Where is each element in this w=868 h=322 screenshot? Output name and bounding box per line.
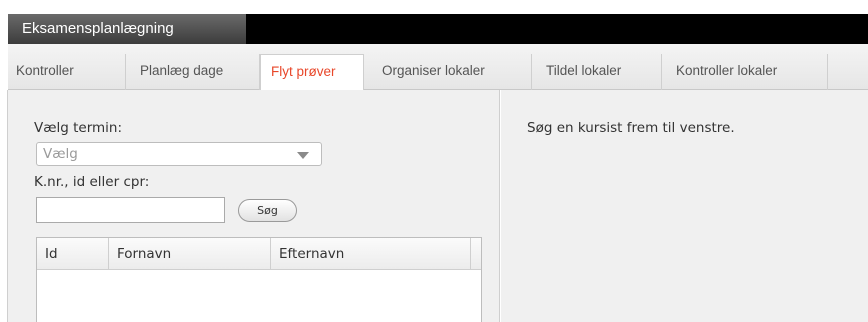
term-label: Vælg termin:: [34, 120, 123, 136]
tab-label: Planlæg dage: [140, 63, 224, 78]
top-strip: [0, 0, 868, 14]
tab-label: Tildel lokaler: [546, 63, 622, 78]
app-title-tab[interactable]: Eksamensplanlægning: [8, 14, 246, 44]
details-panel: Søg en kursist frem til venstre.: [501, 90, 868, 322]
left-edge: [0, 90, 8, 322]
tab-organiser-lokaler[interactable]: Organiser lokaler: [364, 54, 532, 90]
term-select[interactable]: Vælg: [36, 142, 322, 166]
results-table: Id Fornavn Efternavn: [36, 237, 482, 322]
tab-label: Kontroller: [16, 63, 74, 78]
column-header-fornavn[interactable]: Fornavn: [109, 238, 271, 270]
tab-label: Organiser lokaler: [382, 63, 485, 78]
column-header-id[interactable]: Id: [37, 238, 109, 270]
tab-kontroller-lokaler[interactable]: Kontroller lokaler: [662, 54, 828, 90]
tab-label: Kontroller lokaler: [676, 63, 778, 78]
tab-label: Flyt prøver: [271, 64, 336, 79]
chevron-down-icon: [297, 152, 309, 159]
tab-kontroller[interactable]: Kontroller: [8, 54, 126, 90]
tab-bar: Kontroller Planlæg dage Flyt prøver Orga…: [8, 44, 868, 91]
term-select-value: Vælg: [43, 146, 78, 162]
search-panel: Vælg termin: Vælg K.nr., id eller cpr: S…: [8, 90, 500, 322]
tab-flyt-proever[interactable]: Flyt prøver: [260, 54, 364, 91]
search-button[interactable]: Søg: [238, 199, 297, 222]
table-header: Id Fornavn Efternavn: [37, 238, 481, 270]
empty-state-message: Søg en kursist frem til venstre.: [527, 120, 735, 136]
app-titlebar: Eksamensplanlægning: [8, 14, 868, 44]
app-title: Eksamensplanlægning: [22, 20, 174, 37]
tab-planlaeg-dage[interactable]: Planlæg dage: [126, 54, 260, 90]
column-header-efternavn[interactable]: Efternavn: [271, 238, 471, 270]
search-label: K.nr., id eller cpr:: [34, 174, 150, 190]
tab-tildel-lokaler[interactable]: Tildel lokaler: [532, 54, 662, 90]
search-input[interactable]: [36, 197, 225, 223]
